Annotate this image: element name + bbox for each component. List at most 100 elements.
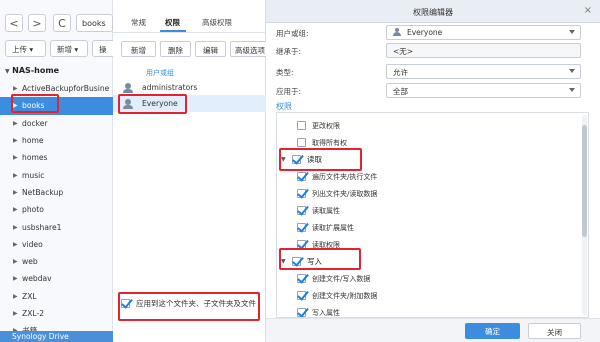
caret-right-icon[interactable]: ▶ — [13, 172, 22, 179]
permission-item[interactable]: 创建文件/写入数据 — [277, 270, 579, 287]
permission-group[interactable]: ▼ 写入 — [277, 253, 579, 270]
tree-folder-item[interactable]: ▶ ZXL-2 — [0, 305, 113, 322]
apply-checkbox[interactable] — [121, 299, 130, 308]
tree-root[interactable]: ▼ NAS-home — [5, 66, 59, 75]
caret-down-icon: ▼ — [5, 68, 10, 75]
tree-folder-item[interactable]: ▶ webdav — [0, 270, 113, 287]
tree-folder-item[interactable]: ▶ music — [0, 166, 113, 183]
caret-right-icon[interactable]: ▶ — [13, 241, 22, 248]
path-field[interactable]: books — [76, 14, 113, 32]
tab-permissions[interactable]: 权限 — [165, 17, 180, 28]
forward-button[interactable]: > — [28, 14, 46, 32]
permission-checkbox[interactable] — [297, 274, 306, 283]
caret-right-icon[interactable]: ▶ — [13, 224, 22, 231]
add-button[interactable]: 新增 — [121, 41, 156, 57]
tab-general[interactable]: 常规 — [131, 17, 146, 28]
dropdown-caret-icon — [569, 69, 575, 73]
synology-drive-bar[interactable]: Synology Drive — [0, 331, 113, 342]
caret-right-icon[interactable]: ▶ — [13, 310, 22, 317]
permission-label: 创建文件夹/附加数据 — [312, 291, 378, 300]
edit-button[interactable]: 编辑 — [195, 41, 226, 57]
caret-right-icon[interactable]: ▶ — [13, 275, 22, 282]
tree-folder-label: usbshare1 — [22, 222, 62, 232]
close-icon[interactable]: × — [584, 5, 592, 16]
field-label-inherited: 继承于: — [276, 47, 302, 56]
tree-folder-item[interactable]: ▶ ZXL — [0, 288, 113, 305]
delete-button[interactable]: 删除 — [160, 41, 191, 57]
permission-group[interactable]: ▼ 读取 — [277, 151, 579, 168]
close-button[interactable]: 关闭 — [528, 323, 581, 339]
ok-button[interactable]: 确定 — [465, 323, 520, 339]
permission-checkbox[interactable] — [297, 206, 306, 215]
scrollbar[interactable] — [582, 115, 587, 315]
permission-checkbox[interactable] — [297, 308, 306, 317]
tree-folder-label: ZXL — [22, 291, 37, 301]
apply-to-select[interactable]: 全部 — [386, 83, 581, 98]
permission-checkbox[interactable] — [292, 257, 301, 266]
permission-label: 更改权限 — [312, 121, 340, 130]
permission-item[interactable]: 遍历文件夹/执行文件 — [277, 168, 579, 185]
caret-right-icon[interactable]: ▶ — [13, 189, 22, 196]
tree-folder-item[interactable]: ▶ photo — [0, 201, 113, 218]
tree-folder-item[interactable]: ▶ usbshare1 — [0, 218, 113, 235]
permission-item[interactable]: 列出文件夹/读取数据 — [277, 185, 579, 202]
user-row-everyone[interactable]: Everyone — [113, 95, 266, 112]
scrollbar-thumb[interactable] — [582, 125, 587, 237]
refresh-icon: C — [58, 16, 66, 30]
permission-item[interactable]: 取得所有权 — [277, 134, 579, 151]
permission-checkbox[interactable] — [297, 223, 306, 232]
user-row-administrators[interactable]: administrators — [113, 79, 266, 96]
tree-folder-item[interactable]: ▶ web — [0, 253, 113, 270]
permission-item[interactable]: 读取属性 — [277, 202, 579, 219]
caret-down-icon[interactable]: ▼ — [281, 258, 288, 265]
tree-folder-item[interactable]: ▶ video — [0, 236, 113, 253]
permission-item[interactable]: 更改权限 — [277, 117, 579, 134]
user-group-icon — [123, 82, 133, 93]
type-select[interactable]: 允许 — [386, 64, 581, 79]
folder-tree: ▶ ActiveBackupforBusine ▶ books ▶ docker ▶ home… — [0, 80, 113, 339]
tree-folder-item[interactable]: ▶ home — [0, 132, 113, 149]
permission-label: 写入属性 — [312, 308, 340, 317]
caret-right-icon[interactable]: ▶ — [13, 102, 22, 109]
tree-folder-label: web — [22, 257, 38, 267]
permission-checkbox[interactable] — [297, 291, 306, 300]
apply-label: 应用到这个文件夹、子文件夹及文件 — [136, 299, 256, 308]
tree-folder-item[interactable]: ▶ books — [0, 97, 113, 115]
caret-right-icon[interactable]: ▶ — [13, 120, 22, 127]
caret-right-icon[interactable]: ▶ — [13, 137, 22, 144]
caret-right-icon[interactable]: ▶ — [13, 85, 22, 92]
app-window: < > C books 上传 ▾ 新增 ▾ 操 ▼ NAS-home ▶ Acti… — [0, 0, 600, 342]
tree-folder-label: photo — [22, 205, 44, 215]
permission-checkbox[interactable] — [292, 155, 301, 164]
permission-item[interactable]: 创建文件夹/附加数据 — [277, 287, 579, 304]
tree-folder-item[interactable]: ▶ ActiveBackupforBusine — [0, 80, 113, 97]
user-select-value: Everyone — [407, 28, 443, 37]
tab-advanced-permissions[interactable]: 高级权限 — [202, 17, 232, 28]
tree-folder-item[interactable]: ▶ homes — [0, 149, 113, 166]
tree-folder-item[interactable]: ▶ NetBackup — [0, 184, 113, 201]
permission-item[interactable]: 写入属性 — [277, 304, 579, 317]
caret-right-icon[interactable]: ▶ — [13, 154, 22, 161]
permissions-section-title: 权限 — [276, 102, 292, 111]
tree-folder-item[interactable]: ▶ docker — [0, 115, 113, 132]
upload-button[interactable]: 上传 ▾ — [5, 40, 46, 57]
refresh-button[interactable]: C — [53, 14, 71, 32]
caret-right-icon[interactable]: ▶ — [13, 206, 22, 213]
permission-item[interactable]: 读取扩展属性 — [277, 219, 579, 236]
permission-checkbox[interactable] — [297, 121, 306, 130]
advanced-options-button[interactable]: 高级选项 — [230, 41, 270, 57]
permission-checkbox[interactable] — [297, 240, 306, 249]
permission-checkbox[interactable] — [297, 138, 306, 147]
tree-folder-label: video — [22, 239, 43, 249]
caret-right-icon[interactable]: ▶ — [13, 258, 22, 265]
permission-item[interactable]: 读取权限 — [277, 236, 579, 253]
create-button[interactable]: 新增 ▾ — [50, 40, 88, 57]
permission-checkbox[interactable] — [297, 172, 306, 181]
back-button[interactable]: < — [5, 14, 23, 32]
user-select[interactable]: Everyone — [386, 25, 581, 40]
user-column-header: 用户或组 — [146, 69, 174, 77]
permission-checkbox[interactable] — [297, 189, 306, 198]
caret-down-icon[interactable]: ▼ — [281, 156, 288, 163]
apply-to-subfolders[interactable]: 应用到这个文件夹、子文件夹及文件 — [121, 298, 256, 309]
caret-right-icon[interactable]: ▶ — [13, 293, 22, 300]
